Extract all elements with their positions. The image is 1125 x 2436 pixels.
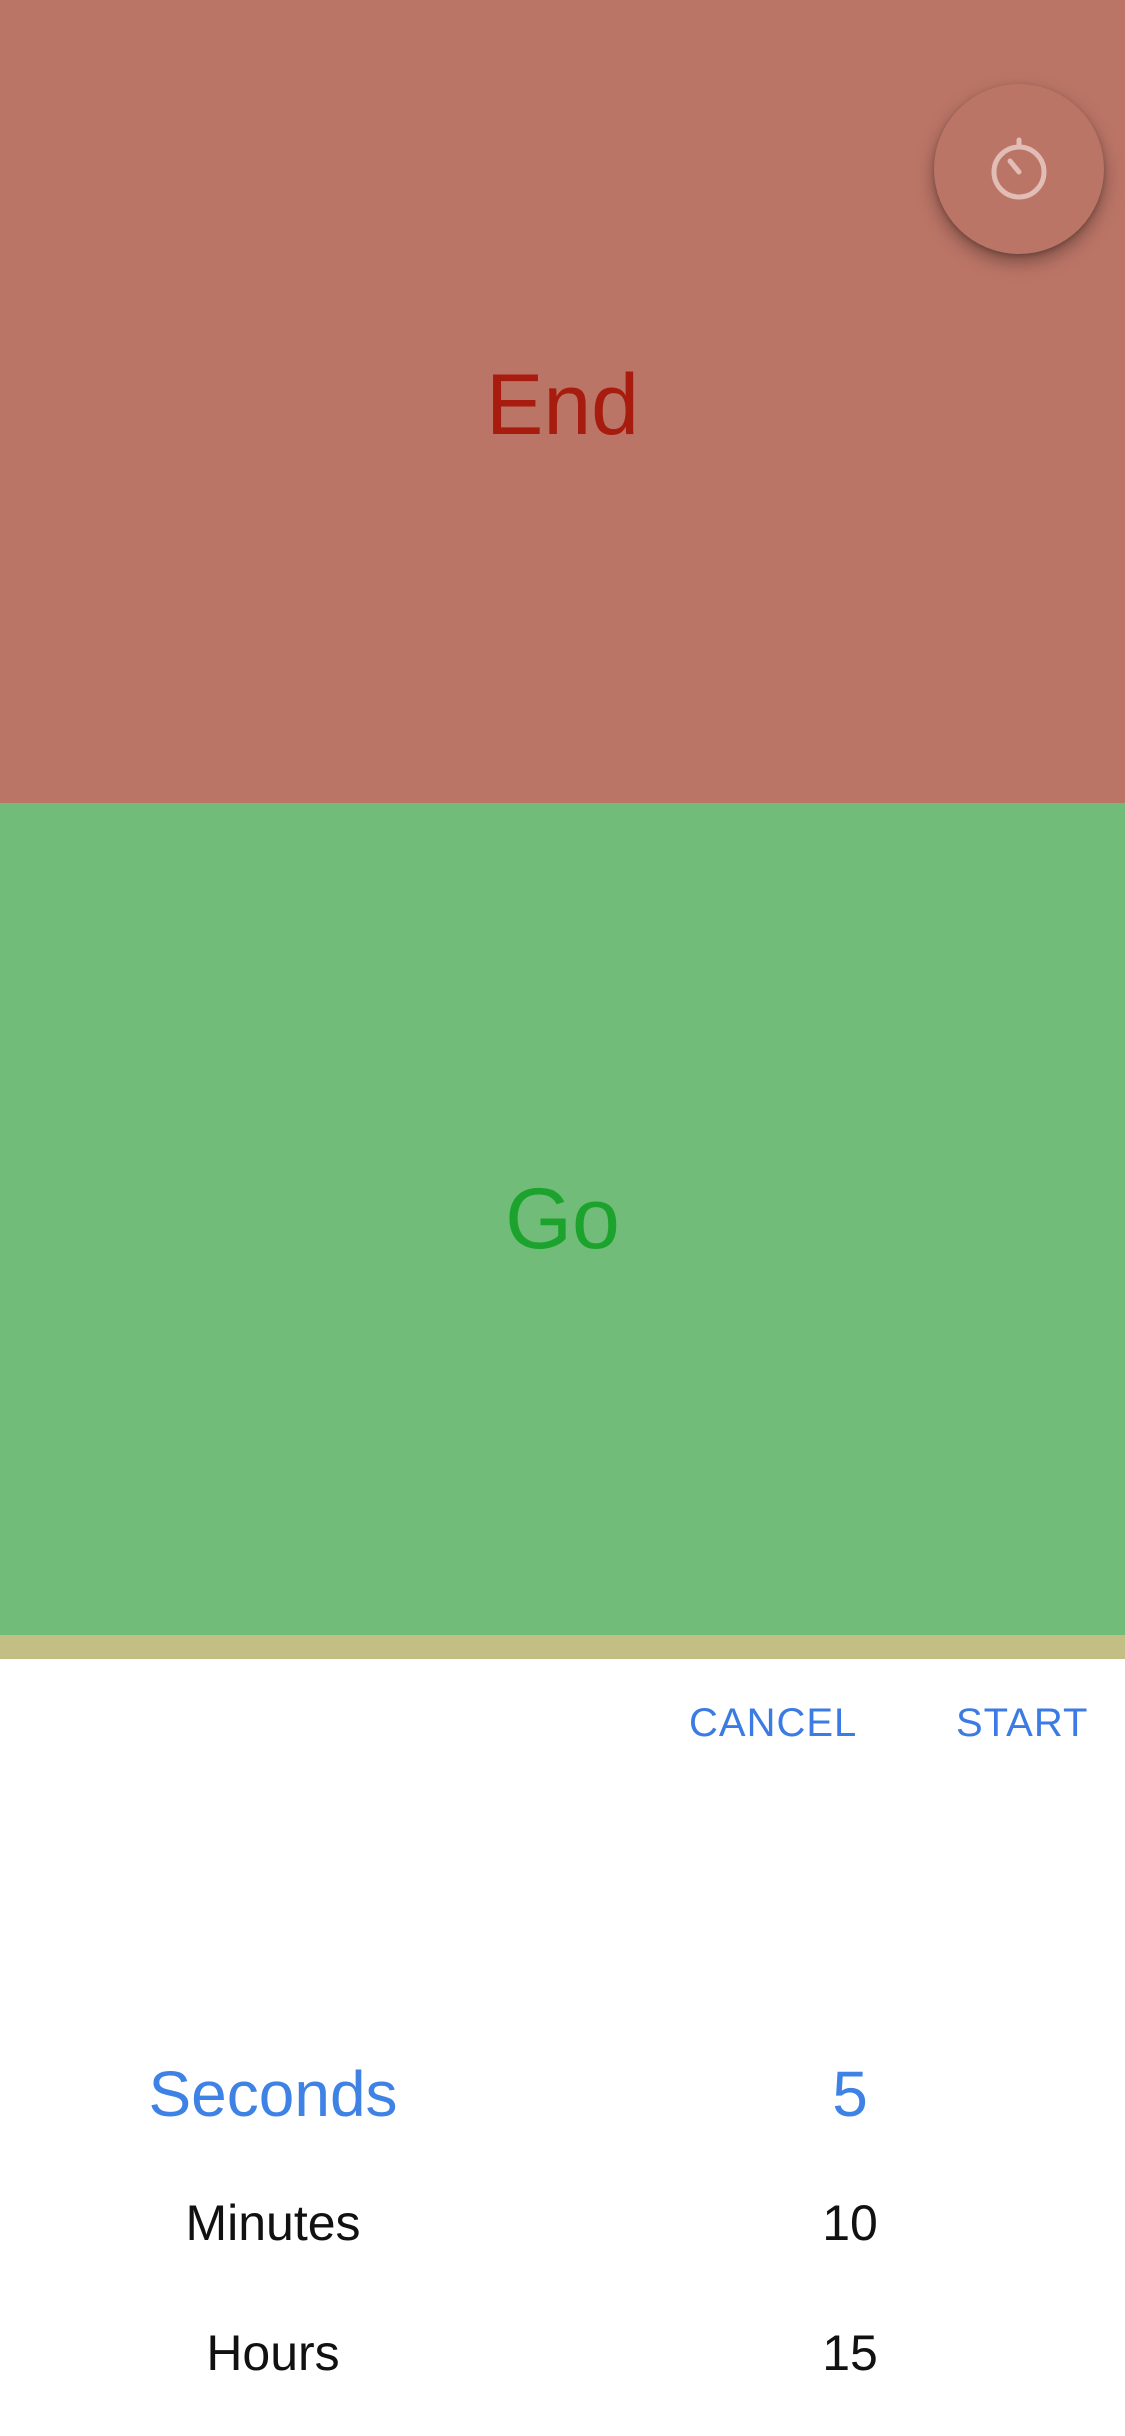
start-button[interactable]: START [956,1703,1088,1743]
picker-value-5[interactable]: 5 [600,2062,1100,2126]
go-label: Go [505,1171,620,1267]
picker-unit-minutes[interactable]: Minutes [23,2198,523,2248]
picker-unit-seconds[interactable]: Seconds [23,2062,523,2126]
picker-value-15[interactable]: 15 [600,2328,1100,2378]
timer-button[interactable] [934,84,1104,254]
stopwatch-icon [986,136,1052,202]
divider-strip [0,1635,1125,1659]
picker-unit-hours[interactable]: Hours [23,2328,523,2378]
end-label: End [485,356,640,453]
go-zone[interactable]: Go [0,803,1125,1635]
timer-sheet [0,1659,1125,2436]
picker-value-10[interactable]: 10 [600,2198,1100,2248]
cancel-button[interactable]: CANCEL [689,1703,857,1743]
